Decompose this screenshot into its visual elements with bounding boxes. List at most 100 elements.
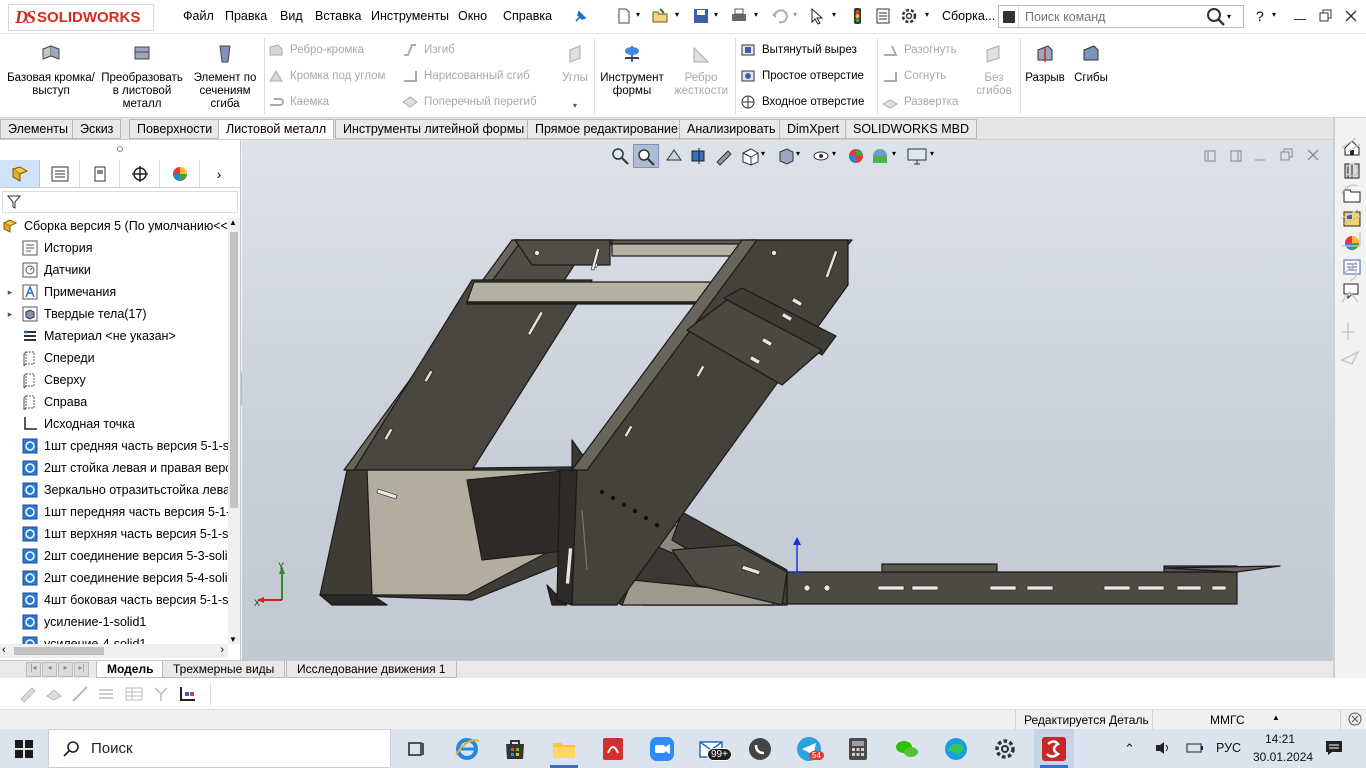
tree-item[interactable]: Материал <не указан> [0, 325, 228, 347]
tree-item[interactable]: Зеркально отразитьстойка лева [0, 479, 228, 501]
tree-item[interactable]: 2шт стойка левая и правая верси [0, 457, 228, 479]
scroll-down-icon[interactable]: ▼ [229, 635, 237, 644]
windows-search-box[interactable]: Поиск [48, 729, 391, 768]
scroll-right-icon[interactable]: › [220, 644, 224, 656]
tree-filter[interactable] [2, 191, 238, 213]
options-gear-icon[interactable] [900, 7, 918, 25]
corners-button[interactable]: Углы ▾ [560, 44, 590, 112]
input-language[interactable]: РУС [1216, 741, 1241, 755]
miter-flange-button[interactable]: Кромка под углом [268, 67, 385, 85]
tab-surfaces[interactable]: Поверхности [129, 119, 221, 139]
tree-item[interactable]: Сверху [0, 369, 228, 391]
calculator-icon[interactable] [844, 735, 872, 763]
microsoft-store-icon[interactable] [501, 735, 529, 763]
tree-item[interactable]: 2шт соединение версия 5-4-solic [0, 567, 228, 589]
gusset-button[interactable]: Ребро жесткости [670, 44, 732, 98]
simple-hole-button[interactable]: Простое отверстие [740, 67, 864, 85]
zoom-app-icon[interactable] [648, 735, 676, 763]
hem-button[interactable]: Каемка [268, 93, 329, 111]
tree-item[interactable]: Исходная точка [0, 413, 228, 435]
volume-icon[interactable] [1154, 740, 1172, 756]
clock-time[interactable]: 14:21 [1265, 732, 1295, 746]
tree-item[interactable]: усиление-4-solid1 [0, 633, 228, 644]
file-explorer-taskbar-icon[interactable] [550, 735, 578, 763]
insert-bends-button[interactable]: Сгибы [1070, 44, 1112, 85]
restore-window-icon[interactable] [1319, 9, 1333, 23]
menu-window[interactable]: Окно [458, 9, 487, 23]
undo-icon[interactable] [770, 7, 788, 25]
convert-to-sheet-metal-button[interactable]: Преобразовать в листовой металл [98, 44, 186, 111]
tree-item[interactable]: 2шт соединение версия 5-3-solic [0, 545, 228, 567]
new-document-icon[interactable] [615, 7, 633, 25]
sketched-bend-button[interactable]: Нарисованный сгиб [402, 67, 530, 85]
tab-solidworks-mbd[interactable]: SOLIDWORKS MBD [845, 119, 977, 139]
units-selector[interactable]: ММГС [1210, 713, 1245, 727]
tree-item[interactable]: 1шт средняя часть версия 5-1-sc [0, 435, 228, 457]
menu-edit[interactable]: Правка [225, 9, 267, 23]
edge-flange-button[interactable]: Ребро-кромка [268, 41, 364, 59]
graphics-viewport[interactable]: ▾ ▾ ▾ ▾ ▾ Y X [242, 140, 1333, 660]
unfold-button[interactable]: Разогнуть [882, 41, 957, 59]
tab-sheet-metal[interactable]: Листовой металл [218, 119, 335, 139]
help-button[interactable]: ? [1256, 8, 1264, 24]
tree-item[interactable]: 1шт верхняя часть версия 5-1-sc [0, 523, 228, 545]
menu-tools[interactable]: Инструменты [371, 9, 449, 23]
close-window-icon[interactable] [1344, 9, 1358, 23]
pin-icon[interactable] [572, 9, 588, 25]
fold-button[interactable]: Согнуть [882, 67, 946, 85]
edge-browser-icon[interactable] [942, 735, 970, 763]
internet-explorer-icon[interactable] [453, 735, 481, 763]
tab-3d-views[interactable]: Трехмерные виды [162, 661, 286, 678]
search-icon[interactable] [1205, 7, 1227, 27]
pane-splitter-handle[interactable] [117, 146, 123, 152]
tree-horizontal-scrollbar[interactable]: ‹ › [0, 644, 228, 658]
tab-direct-editing[interactable]: Прямое редактирование [527, 119, 686, 139]
no-bends-button[interactable]: Без сгибов [972, 44, 1016, 98]
tree-scroll-thumb[interactable] [230, 232, 238, 508]
settings-gear-icon[interactable] [991, 735, 1019, 763]
tree-item[interactable]: Спереди [0, 347, 228, 369]
menu-file[interactable]: Файл [183, 9, 214, 23]
tree-hscroll-thumb[interactable] [14, 647, 104, 655]
forming-tool-button[interactable]: Инструмент формы [598, 44, 666, 98]
tab-features[interactable]: Элементы [0, 119, 76, 139]
tree-item[interactable]: История [0, 237, 228, 259]
table-icon[interactable] [124, 684, 144, 704]
file-properties-icon[interactable] [874, 7, 892, 25]
tree-root-assembly[interactable]: Сборка версия 5 (По умолчанию<< [0, 215, 228, 237]
tab-evaluate[interactable]: Анализировать [679, 119, 784, 139]
property-manager-tab[interactable] [40, 160, 80, 187]
tab-motion-study[interactable]: Исследование движения 1 [286, 661, 457, 678]
whatsapp-icon[interactable] [746, 735, 774, 763]
lofted-bend-button[interactable]: Элемент по сечениям сгиба [188, 44, 262, 111]
menu-help[interactable]: Справка [503, 9, 552, 23]
solidworks-taskbar-icon[interactable] [1040, 735, 1068, 763]
tree-item[interactable]: ▸ Твердые тела(17) [0, 303, 228, 325]
quick-tips-icon[interactable] [1348, 712, 1362, 726]
dimension-palette-icon[interactable] [178, 684, 198, 704]
jog-button[interactable]: Изгиб [402, 41, 455, 59]
help-dropdown-icon[interactable]: ▾ [1272, 10, 1276, 19]
tree-item[interactable]: усиление-1-solid1 [0, 611, 228, 633]
notification-center-icon[interactable] [1325, 740, 1343, 756]
smart-dimension-icon[interactable] [18, 684, 38, 704]
tree-item[interactable]: Датчики [0, 259, 228, 281]
tree-item[interactable]: 4шт боковая часть версия 5-1-sc [0, 589, 228, 611]
scroll-left-icon[interactable]: ‹ [2, 644, 6, 656]
tree-item[interactable]: Справа [0, 391, 228, 413]
base-flange-button[interactable]: Базовая кромка/выступ [6, 44, 96, 98]
display-manager-tab[interactable] [160, 160, 200, 187]
tab-scroll-buttons[interactable]: |◂ ◂ ▸ ▸| [26, 662, 92, 677]
vent-button[interactable]: Входное отверстие [740, 93, 864, 111]
select-pointer-icon[interactable] [808, 7, 826, 25]
scroll-up-icon[interactable]: ▲ [229, 218, 237, 227]
menu-insert[interactable]: Вставка [315, 9, 361, 23]
tab-mold-tools[interactable]: Инструменты литейной формы [335, 119, 533, 139]
expand-arrow-icon[interactable]: ▸ [4, 287, 16, 298]
units-dropdown-icon[interactable]: ▲ [1272, 713, 1280, 722]
extruded-cut-button[interactable]: Вытянутый вырез [740, 41, 857, 59]
cross-break-button[interactable]: Поперечный перегиб [402, 93, 537, 111]
command-search[interactable]: ▾ [998, 5, 1244, 28]
solidworks-logo[interactable]: DS SOLIDWORKS [8, 4, 154, 31]
tree-item[interactable]: ▸ Примечания [0, 281, 228, 303]
